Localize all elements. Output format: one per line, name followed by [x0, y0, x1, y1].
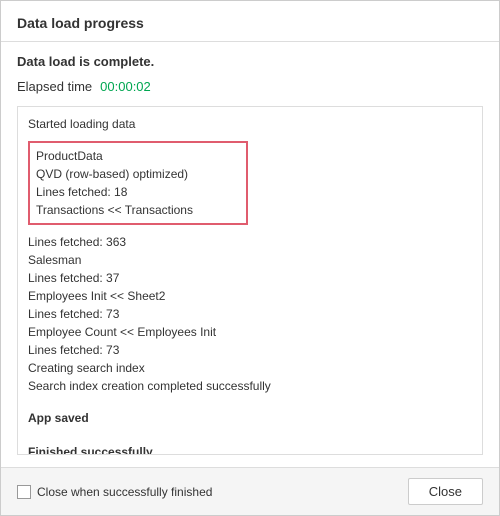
status-label: Data load is complete.: [17, 54, 483, 69]
log-line-8: Creating search index: [28, 359, 472, 377]
dialog-body: Data load is complete. Elapsed time 00:0…: [1, 42, 499, 467]
elapsed-value: 00:00:02: [100, 79, 151, 94]
dialog-title: Data load progress: [17, 15, 144, 31]
footer-left: Close when successfully finished: [17, 485, 212, 499]
dialog-header: Data load progress: [1, 1, 499, 42]
log-highlighted-line-3: Lines fetched: 18: [36, 183, 240, 201]
log-spacer-2: [28, 429, 472, 439]
log-lines: Lines fetched: 363 Salesman Lines fetche…: [28, 233, 472, 395]
log-highlighted-block: ProductData QVD (row-based) optimized) L…: [28, 141, 248, 225]
log-container[interactable]: Started loading data ProductData QVD (ro…: [17, 106, 483, 455]
close-checkbox-label[interactable]: Close when successfully finished: [37, 485, 212, 499]
log-line-6: Employee Count << Employees Init: [28, 323, 472, 341]
log-line-9: Search index creation completed successf…: [28, 377, 472, 395]
log-started: Started loading data: [28, 115, 472, 133]
close-checkbox[interactable]: [17, 485, 31, 499]
log-spacer: [28, 395, 472, 405]
app-saved-label: App saved: [28, 409, 472, 427]
log-line-1: Lines fetched: 363: [28, 233, 472, 251]
log-line-7: Lines fetched: 73: [28, 341, 472, 359]
log-highlighted-line-4: Transactions << Transactions: [36, 201, 240, 219]
log-highlighted-line-1: ProductData: [36, 147, 240, 165]
elapsed-label: Elapsed time: [17, 79, 92, 94]
dialog-footer: Close when successfully finished Close: [1, 467, 499, 515]
log-line-5: Lines fetched: 73: [28, 305, 472, 323]
log-line-4: Employees Init << Sheet2: [28, 287, 472, 305]
log-highlighted-line-2: QVD (row-based) optimized): [36, 165, 240, 183]
dialog: Data load progress Data load is complete…: [0, 0, 500, 516]
finished-label: Finished successfully: [28, 443, 472, 455]
elapsed-row: Elapsed time 00:00:02: [17, 79, 483, 94]
close-button[interactable]: Close: [408, 478, 483, 505]
log-line-2: Salesman: [28, 251, 472, 269]
log-line-3: Lines fetched: 37: [28, 269, 472, 287]
